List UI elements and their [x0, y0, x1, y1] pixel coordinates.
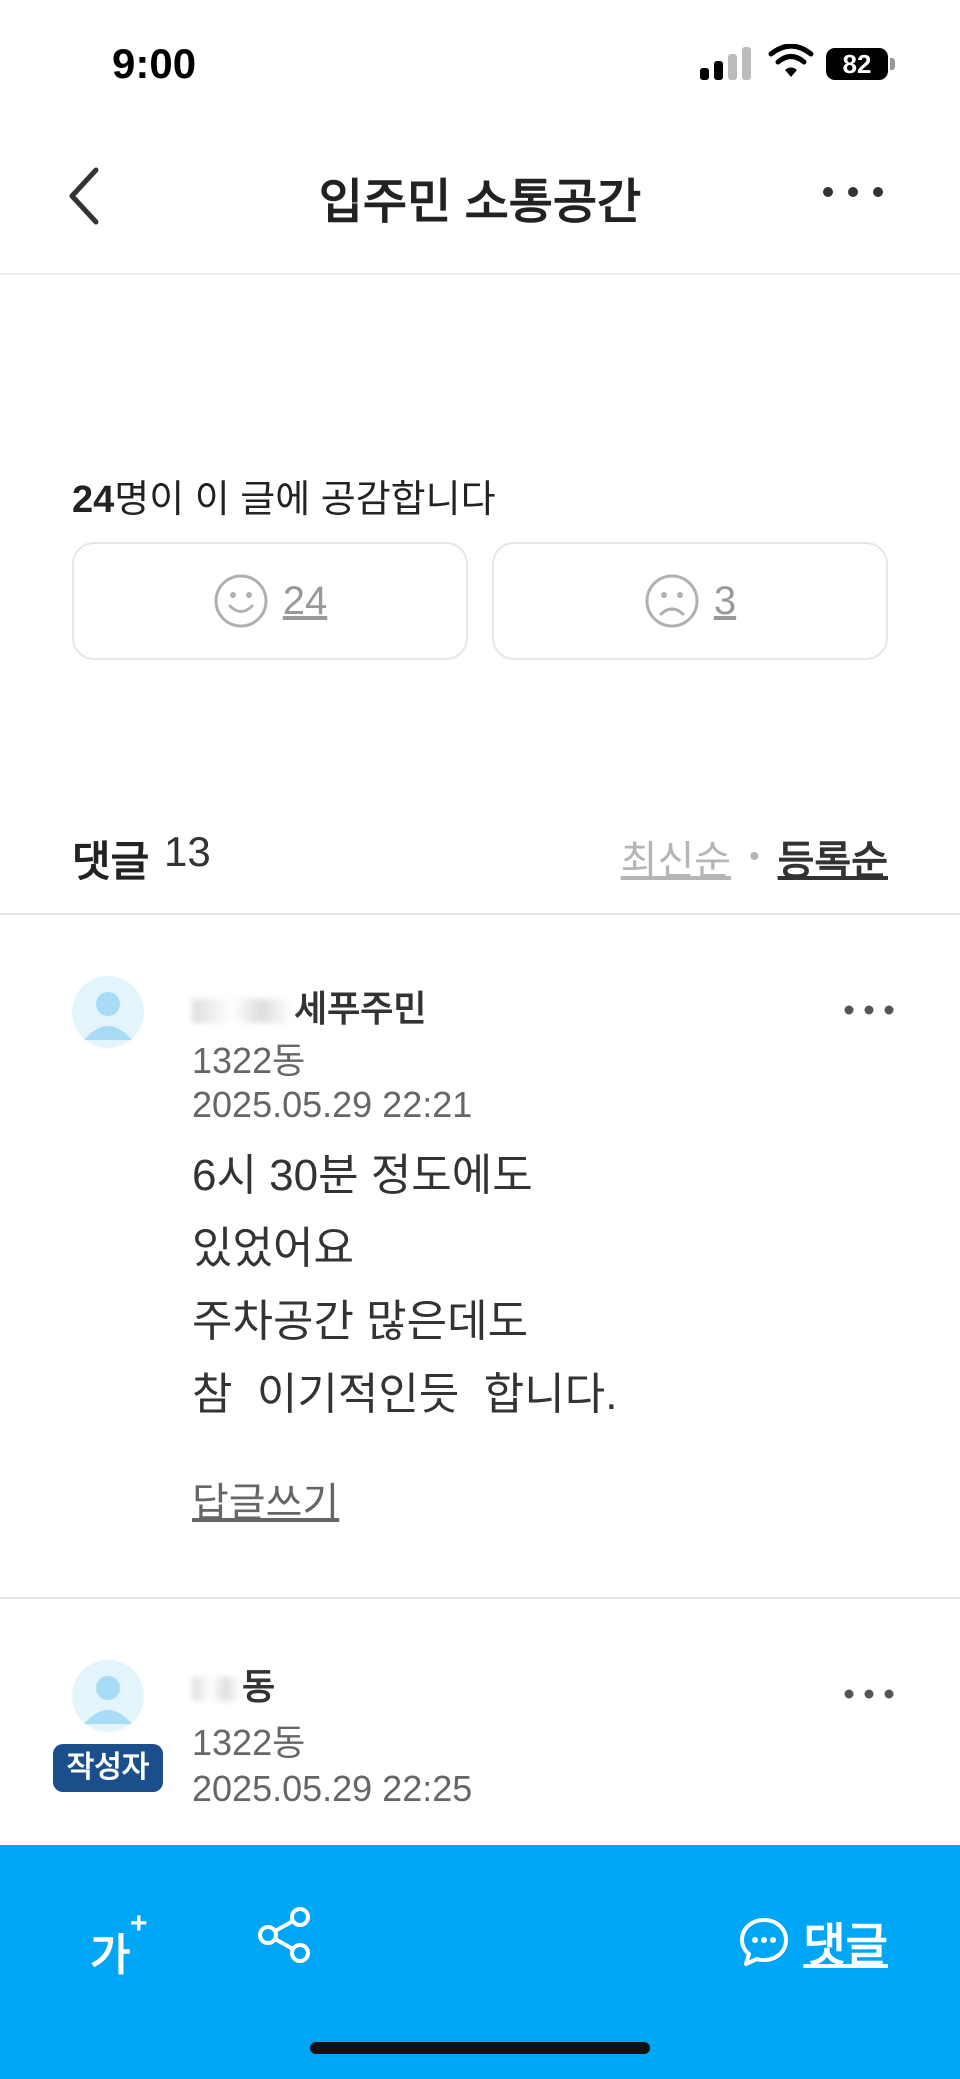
comment-item: 작성자 동 1322동 2025.05.29 22:25: [0, 1598, 960, 1845]
battery-level: 82: [842, 49, 872, 79]
comments-header: 댓글 13 최신순 • 등록순: [72, 820, 888, 890]
comment-author: 동: [192, 1658, 275, 1710]
user-avatar-icon: [84, 992, 132, 1040]
reply-button[interactable]: 답글쓰기: [192, 1470, 339, 1528]
more-horizontal-icon[interactable]: [842, 1684, 896, 1704]
dislike-count: 3: [713, 578, 737, 623]
redacted-name: [192, 1677, 240, 1702]
comment-button[interactable]: 댓글: [737, 1909, 888, 1975]
redacted-name: [192, 999, 292, 1024]
smile-icon: [214, 574, 268, 628]
signal-icon: [700, 46, 752, 80]
comment-line: 참 이기적인듯 합니다.: [192, 1370, 618, 1419]
home-indicator[interactable]: [310, 2042, 650, 2054]
page: 9:00 82 입주민 소통공간 24명이 이 글에 공감합니다 24 3 댓글…: [0, 0, 960, 2079]
more-horizontal-icon[interactable]: [842, 1000, 896, 1020]
comment-button-label: 댓글: [803, 1919, 888, 1971]
font-size-plus: +: [130, 1907, 148, 1940]
status-time: 9:00: [112, 40, 197, 87]
comment-datetime: 2025.05.29 22:21: [192, 1084, 473, 1125]
comment-item: 세푸주민 1322동 2025.05.29 22:21 6시 30분 정도에도 …: [0, 914, 960, 1598]
comment-datetime: 2025.05.29 22:25: [192, 1768, 473, 1809]
font-size-icon[interactable]: 가 +: [90, 1907, 160, 1980]
page-title: 입주민 소통공간: [318, 176, 642, 229]
empathy-summary: 24명이 이 글에 공감합니다: [72, 468, 496, 523]
comment-author: 세푸주민: [192, 980, 426, 1032]
empathy-suffix: 명이 이 글에 공감합니다: [114, 479, 496, 521]
comment-building: 1322동: [192, 1040, 306, 1081]
more-horizontal-icon[interactable]: [818, 180, 888, 204]
sort-options: 최신순 • 등록순: [621, 828, 888, 886]
clipped-text-fragment: [74, 250, 274, 286]
user-avatar-icon: [84, 1676, 132, 1724]
comments-count: 13: [164, 828, 211, 875]
comments-title: 댓글: [72, 838, 150, 885]
sort-registered-button[interactable]: 등록순: [778, 828, 888, 886]
font-size-label: 가: [90, 1931, 131, 1980]
comment-line: 주차공간 많은데도: [192, 1297, 529, 1346]
wifi-icon: [768, 44, 814, 77]
comment-line: 있었어요: [192, 1224, 354, 1273]
empathy-count: 24: [72, 479, 115, 521]
sort-separator: •: [749, 840, 760, 873]
status-bar: 9:00 82: [0, 0, 960, 130]
battery-icon: 82: [826, 48, 896, 80]
comment-building: 1322동: [192, 1722, 306, 1763]
chat-bubble-icon: [740, 1918, 789, 1966]
like-count: 24: [282, 578, 328, 623]
like-button[interactable]: 24: [72, 542, 468, 660]
comment-body: 6시 30분 정도에도 있었어요 주차공간 많은데도 참 이기적인듯 합니다.: [192, 1139, 617, 1431]
bottom-action-bar: 가 + 댓글: [0, 1845, 960, 2079]
avatar[interactable]: [72, 976, 144, 1048]
share-icon[interactable]: [256, 1905, 312, 1965]
frown-icon: [645, 574, 699, 628]
author-badge: 작성자: [53, 1744, 163, 1792]
sort-latest-button[interactable]: 최신순: [621, 828, 731, 886]
dislike-button[interactable]: 3: [492, 542, 888, 660]
comment-line: 6시 30분 정도에도: [192, 1151, 533, 1200]
avatar[interactable]: [72, 1660, 144, 1732]
